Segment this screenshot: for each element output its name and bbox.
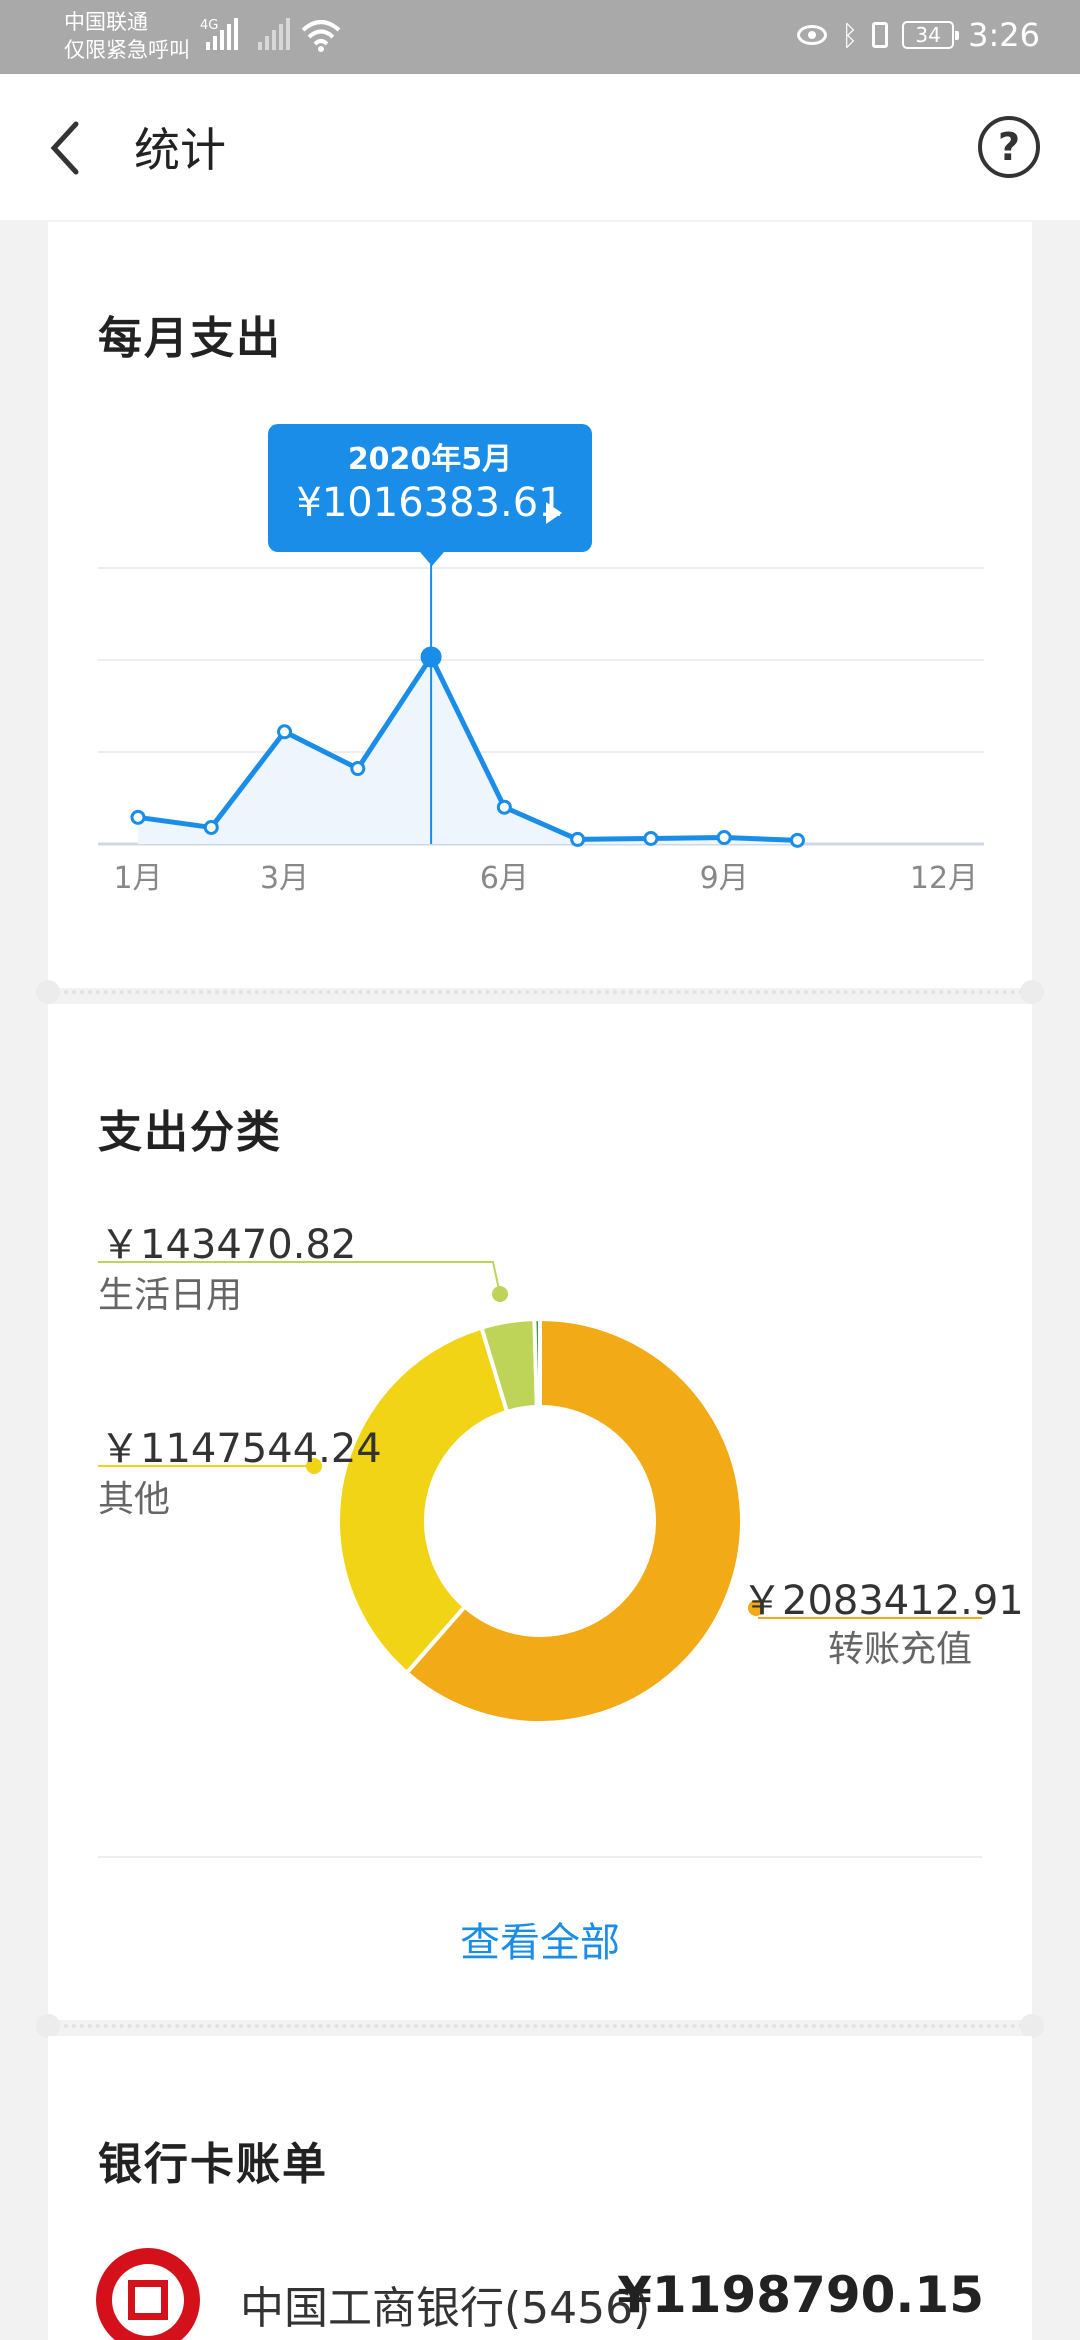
app-header: 统计 ? [0,74,1080,220]
data-point [130,809,146,825]
carrier-name: 中国联通 [64,10,148,34]
x-tick-label: 12月 [910,861,978,896]
bluetooth-icon: ᛒ [841,18,859,52]
data-point [570,831,586,847]
data-point [350,761,366,777]
carrier-status: 仅限紧急呼叫 [64,38,190,62]
bank-amount[interactable]: ¥1198790.15 [617,2266,984,2324]
vibrate-icon [872,22,889,48]
clock: 3:26 [968,16,1040,54]
series-area [138,656,798,844]
carrier-info: 中国联通 仅限紧急呼叫 [64,8,190,64]
category-label: 其他 [98,1479,171,1520]
back-icon[interactable] [44,118,92,178]
category-card: 支出分类 ￥143470.82 生活日用 ￥1147544.24 其他 ￥208… [48,1004,1032,2020]
eye-icon [797,25,828,45]
help-icon[interactable]: ? [978,116,1040,178]
bank-bills-card: 银行卡账单 中国工商银行(5456) ¥1198790.15 [48,2036,1032,2340]
category-label: 转账充值 [828,1629,973,1670]
category-amount: ￥2083412.91 [742,1578,1024,1624]
signal-icon [206,16,238,50]
monthly-spending-card: 每月支出 1月 3月 6月 9月 12月 2020年5月 ¥1016383.61 [48,222,1032,988]
data-point [496,799,512,815]
divider [98,1856,982,1858]
tooltip-month: 2020年5月 [347,442,513,477]
status-bar: 中国联通 仅限紧急呼叫 4G ᛒ 34 3:26 [0,0,1080,74]
x-tick-label: 3月 [260,861,309,896]
card-separator [36,980,1044,1004]
battery-level: 34 [915,23,941,47]
page-title: 统计 [134,123,226,177]
battery-icon: 34 [902,21,960,49]
x-tick-label: 1月 [113,861,162,896]
category-amount: ￥1147544.24 [100,1426,382,1472]
chart-tooltip[interactable]: 2020年5月 ¥1016383.61 [268,424,592,566]
data-point [716,830,732,846]
view-all-link[interactable]: 查看全部 [48,1910,1032,1968]
card-separator [36,2014,1044,2038]
monthly-line-chart[interactable]: 1月 3月 6月 9月 12月 [48,222,1032,988]
x-tick-label: 6月 [480,861,529,896]
category-amount: ￥143470.82 [100,1222,357,1268]
play-arrow-icon [546,502,562,524]
category-label: 生活日用 [98,1275,243,1316]
signal-2-icon [258,16,290,50]
bank-title: 银行卡账单 [98,2139,328,2190]
data-point [643,830,659,846]
x-tick-label: 9月 [700,861,749,896]
data-point [420,646,442,668]
data-point [277,724,293,740]
tooltip-amount: ¥1016383.61 [296,480,564,526]
pie-slice [532,1316,542,1410]
leader-dot [492,1286,508,1302]
status-icons: ᛒ 34 3:26 [797,16,1040,54]
icbc-logo [96,2248,200,2340]
data-point [203,819,219,835]
bank-name[interactable]: 中国工商银行(5456) [240,2272,650,2336]
data-point [789,832,805,848]
wifi-icon [301,20,341,52]
